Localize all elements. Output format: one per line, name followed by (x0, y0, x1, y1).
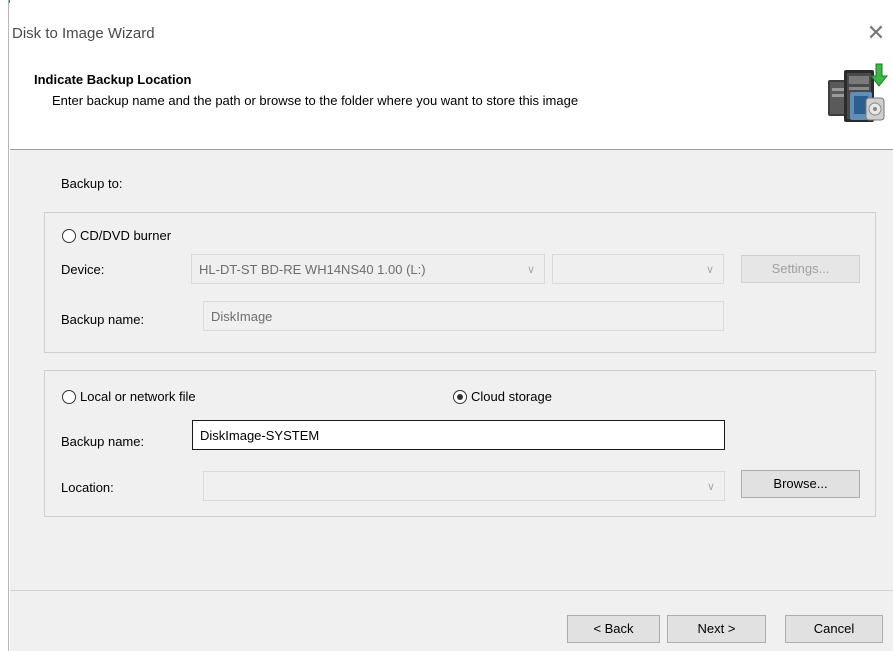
local-file-radio-label: Local or network file (80, 389, 196, 404)
location-label: Location: (61, 480, 114, 495)
local-file-radio[interactable]: Local or network file (62, 389, 196, 404)
cancel-button[interactable]: Cancel (785, 615, 883, 643)
cd-dvd-radio-button[interactable] (62, 228, 76, 243)
cd-dvd-radio[interactable]: CD/DVD burner (62, 228, 171, 243)
chevron-down-icon: ∨ (706, 480, 716, 493)
cloud-storage-radio[interactable]: Cloud storage (453, 389, 552, 404)
backup-wizard-icon (826, 62, 889, 132)
window-title: Disk to Image Wizard (12, 25, 155, 42)
file-backup-name-field[interactable]: DiskImage-SYSTEM (192, 420, 725, 450)
close-icon[interactable]: ✕ (863, 20, 889, 46)
local-file-radio-button[interactable] (62, 389, 76, 404)
settings-button[interactable]: Settings... (741, 255, 860, 283)
backup-to-label: Backup to: (61, 176, 123, 191)
cd-dvd-radio-label: CD/DVD burner (80, 228, 172, 243)
left-window-edge (0, 0, 9, 651)
cloud-storage-radio-label: Cloud storage (471, 389, 552, 404)
cloud-storage-radio-button[interactable] (453, 389, 467, 404)
cd-backup-name-label: Backup name: (61, 312, 145, 327)
back-button[interactable]: < Back (567, 615, 660, 643)
location-select[interactable]: ∨ (203, 471, 725, 501)
next-button[interactable]: Next > (667, 615, 766, 643)
chevron-down-icon: ∨ (705, 263, 715, 276)
device-select-value: HL-DT-ST BD-RE WH14NS40 1.00 (L:) (199, 261, 426, 277)
file-backup-name-label: Backup name: (61, 434, 145, 449)
page-title: Indicate Backup Location (34, 72, 192, 87)
device-select[interactable]: HL-DT-ST BD-RE WH14NS40 1.00 (L:) ∨ (191, 254, 545, 284)
cd-backup-name-field[interactable]: DiskImage (203, 301, 724, 331)
device-label: Device: (61, 262, 105, 277)
write-speed-select[interactable]: ∨ (552, 254, 724, 284)
page-subtitle: Enter backup name and the path or browse… (52, 93, 579, 108)
chevron-down-icon: ∨ (526, 263, 536, 276)
browse-button[interactable]: Browse... (741, 470, 860, 498)
